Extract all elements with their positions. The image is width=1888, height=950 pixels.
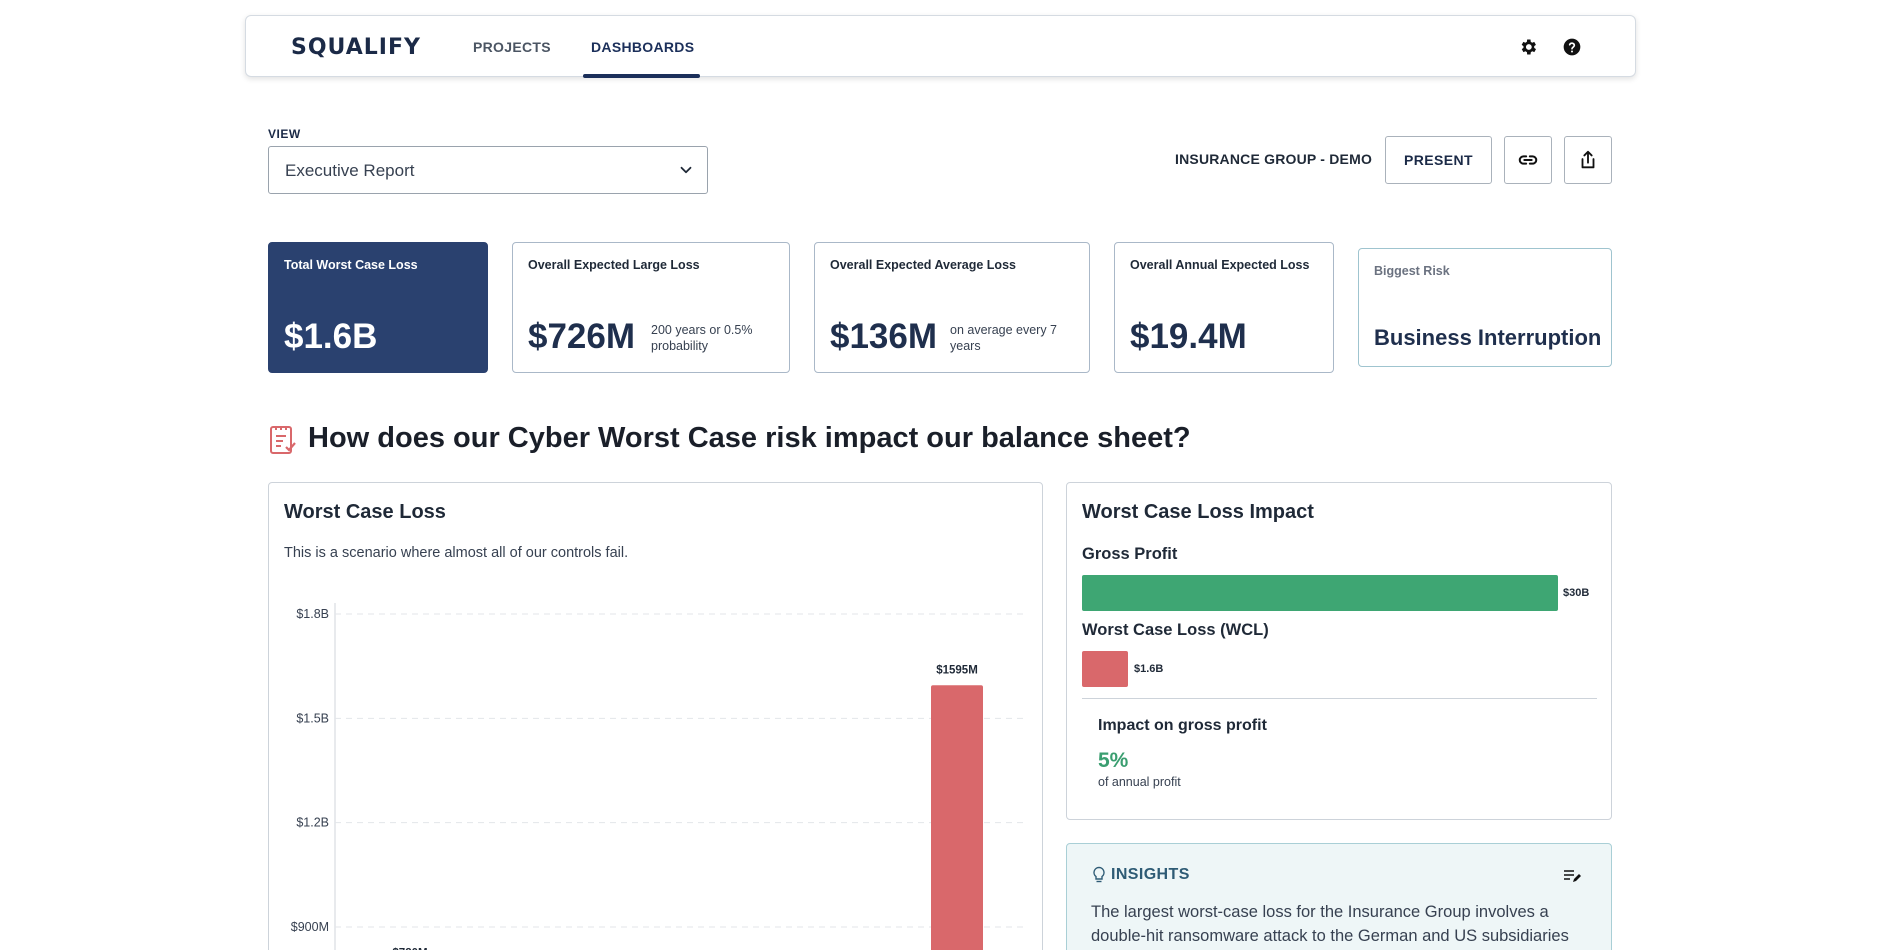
present-button[interactable]: PRESENT [1385,136,1492,184]
y-tick-label: $1.8B [296,607,329,621]
kpi-value: Business Interruption [1374,325,1602,350]
impact-note: of annual profit [1098,775,1181,789]
kpi-expected-large-loss[interactable]: Overall Expected Large Loss $726M 200 ye… [512,242,790,373]
bar-value-label: $1595M [936,664,978,676]
kpi-title: Biggest Risk [1374,264,1450,278]
kpi-value: $19.4M [1130,317,1247,356]
kpi-note: on average every 7 years [950,323,1058,353]
active-tab-indicator [583,74,700,78]
wcl-label: Worst Case Loss (WCL) [1082,621,1269,639]
view-select[interactable]: Executive Report [268,146,708,194]
kpi-biggest-risk[interactable]: Biggest Risk Business Interruption [1358,248,1612,367]
kpi-total-worst-case-loss[interactable]: Total Worst Case Loss $1.6B [268,242,488,373]
kpi-title: Total Worst Case Loss [284,258,418,272]
kpi-title: Overall Annual Expected Loss [1130,258,1310,272]
impact-title: Impact on gross profit [1098,717,1267,734]
worst-case-loss-chart: $1.8B$1.5B$1.2B$900M$780M$1595M [291,603,1024,950]
kpi-value: $136M [830,317,938,356]
share-icon [1581,150,1595,169]
kpi-annual-expected-loss[interactable]: Overall Annual Expected Loss $19.4M [1114,242,1334,373]
gross-profit-value: $30B [1563,587,1590,599]
chevron-down-icon [680,166,692,174]
gross-profit-label: Gross Profit [1082,545,1178,563]
kpi-title: Overall Expected Large Loss [528,258,700,272]
help-icon[interactable] [1562,37,1582,57]
kpi-title: Overall Expected Average Loss [830,258,1016,272]
app-logo[interactable]: SQUALIFY [291,35,421,60]
bar [931,685,983,950]
section-title: How does our Cyber Worst Case risk impac… [308,422,1191,454]
view-select-value: Executive Report [285,161,415,180]
divider [1082,698,1597,699]
kpi-note: 200 years or 0.5% probability [651,323,753,353]
gross-profit-bar [1082,575,1558,611]
top-navbar: SQUALIFY PROJECTS DASHBOARDS [245,15,1636,78]
panel-title: Worst Case Loss Impact [1082,501,1314,523]
worst-case-loss-panel: Worst Case Loss This is a scenario where… [268,482,1043,950]
org-name: INSURANCE GROUP - DEMO [1175,151,1373,167]
view-label: VIEW [268,127,301,141]
copy-link-button[interactable] [1504,136,1552,184]
insights-title: INSIGHTS [1111,866,1190,883]
y-tick-label: $1.2B [296,816,329,830]
worst-case-impact-panel: Worst Case Loss Impact Gross Profit $30B… [1066,482,1612,820]
edit-notes-icon[interactable] [1563,868,1581,884]
insights-text: The largest worst-case loss for the Insu… [1091,903,1569,945]
impact-percentage: 5% [1098,749,1129,772]
wcl-bar [1082,651,1128,687]
y-tick-label: $900M [291,920,329,934]
y-tick-label: $1.5B [296,711,329,725]
lightbulb-icon [1093,866,1105,883]
gear-icon[interactable] [1518,37,1538,57]
insights-panel: INSIGHTS The largest worst-case loss for… [1066,843,1612,950]
kpi-value: $726M [528,317,636,356]
kpi-expected-average-loss[interactable]: Overall Expected Average Loss $136M on a… [814,242,1090,373]
tab-dashboards[interactable]: DASHBOARDS [591,39,694,55]
report-checklist-icon [270,426,296,454]
kpi-value: $1.6B [284,317,378,356]
wcl-value: $1.6B [1134,663,1164,675]
share-button[interactable] [1564,136,1612,184]
link-icon [1518,155,1538,165]
tab-projects[interactable]: PROJECTS [473,39,551,55]
